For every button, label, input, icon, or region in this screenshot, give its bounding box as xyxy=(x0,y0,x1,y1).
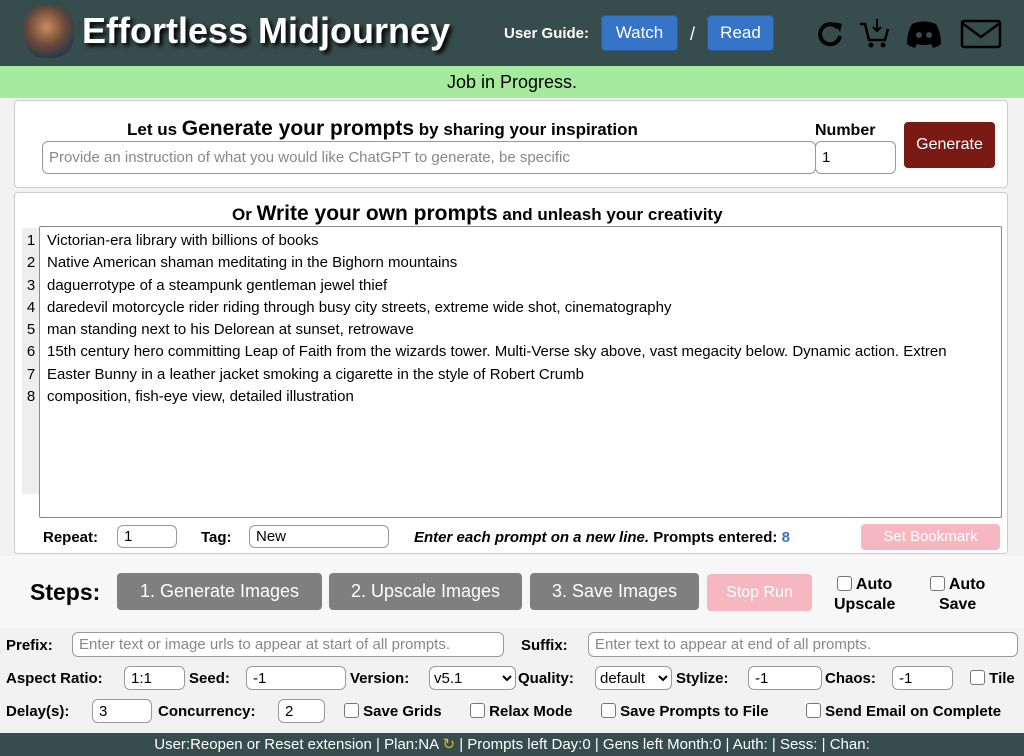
auto-upscale-checkbox[interactable]: Auto Upscale xyxy=(834,575,895,615)
number-input[interactable] xyxy=(815,141,896,174)
mail-icon[interactable] xyxy=(960,14,1002,54)
delay-label: Delay(s): xyxy=(6,703,70,720)
status-footer: User:Reopen or Reset extension | Plan:NA… xyxy=(0,733,1024,756)
generate-images-button[interactable]: 1. Generate Images xyxy=(117,573,322,610)
relax-mode-checkbox[interactable]: Relax Mode xyxy=(470,703,573,720)
tile-checkbox[interactable]: Tile xyxy=(970,670,1015,687)
concurrency-input[interactable] xyxy=(278,699,325,723)
line-numbers: 12345678 xyxy=(22,228,40,494)
prompt-line: Easter Bunny in a leather jacket smoking… xyxy=(47,365,584,383)
stylize-input[interactable] xyxy=(748,666,822,690)
stylize-label: Stylize: xyxy=(676,670,729,687)
refresh-plan-icon[interactable]: ↻ xyxy=(442,736,455,753)
upscale-images-button[interactable]: 2. Upscale Images xyxy=(329,573,522,610)
prompts-heading: Or Write your own prompts and unleash yo… xyxy=(232,202,723,225)
version-select[interactable]: v5.1 xyxy=(429,666,516,690)
auto-save-checkbox[interactable]: Auto Save xyxy=(930,575,985,615)
number-label: Number xyxy=(815,122,876,139)
prompt-line: 15th century hero committing Leap of Fai… xyxy=(47,343,947,361)
prompt-count: 8 xyxy=(781,529,790,546)
save-grids-checkbox[interactable]: Save Grids xyxy=(344,703,442,720)
refresh-icon[interactable] xyxy=(810,14,850,54)
tag-input[interactable] xyxy=(249,525,389,548)
chaos-label: Chaos: xyxy=(825,670,876,687)
save-images-button[interactable]: 3. Save Images xyxy=(530,573,699,610)
aspect-ratio-input[interactable] xyxy=(124,666,185,690)
read-button[interactable]: Read xyxy=(707,15,774,51)
version-label: Version: xyxy=(350,670,410,687)
quality-select[interactable]: default xyxy=(595,666,672,690)
suffix-label: Suffix: xyxy=(521,637,568,654)
seed-label: Seed: xyxy=(189,670,230,687)
tag-label: Tag: xyxy=(201,529,232,546)
prompt-line: daredevil motorcycle rider riding throug… xyxy=(47,298,672,316)
logo xyxy=(24,6,74,58)
inspiration-input[interactable] xyxy=(42,141,816,174)
prompt-line: Native American shaman meditating in the… xyxy=(47,254,458,272)
user-guide-label: User Guide: xyxy=(504,25,590,42)
cart-download-icon[interactable] xyxy=(856,14,896,54)
prompt-line: composition, fish-eye view, detailed ill… xyxy=(47,388,354,406)
seed-input[interactable] xyxy=(246,666,346,690)
suffix-input[interactable] xyxy=(588,632,1018,657)
quality-label: Quality: xyxy=(518,670,574,687)
generate-heading: Let us Generate your prompts by sharing … xyxy=(127,117,638,140)
discord-icon[interactable] xyxy=(904,14,944,54)
prompt-hint: Enter each prompt on a new line. Prompts… xyxy=(414,529,790,546)
chaos-input[interactable] xyxy=(892,666,953,690)
aspect-ratio-label: Aspect Ratio: xyxy=(6,670,103,687)
repeat-input[interactable] xyxy=(117,525,177,548)
generate-button[interactable]: Generate xyxy=(904,122,995,168)
prefix-input[interactable] xyxy=(72,632,504,657)
delay-input[interactable] xyxy=(92,699,152,723)
concurrency-label: Concurrency: xyxy=(158,703,256,720)
set-bookmark-button[interactable]: Set Bookmark xyxy=(861,524,1000,550)
save-prompts-checkbox[interactable]: Save Prompts to File xyxy=(601,703,769,720)
app-title: Effortless Midjourney xyxy=(82,10,451,51)
prefix-label: Prefix: xyxy=(6,637,53,654)
prompt-line: man standing next to his Delorean at sun… xyxy=(47,321,414,339)
separator: / xyxy=(690,24,696,44)
stop-run-button[interactable]: Stop Run xyxy=(707,574,812,611)
prompts-textarea[interactable]: Victorian-era library with billions of b… xyxy=(39,226,1002,518)
status-banner: Job in Progress. xyxy=(0,66,1024,98)
prompt-line: daguerrotype of a steampunk gentleman je… xyxy=(47,276,388,294)
watch-button[interactable]: Watch xyxy=(601,15,678,51)
steps-label: Steps: xyxy=(30,579,101,605)
prompt-line: Victorian-era library with billions of b… xyxy=(47,232,319,249)
send-email-checkbox[interactable]: Send Email on Complete xyxy=(806,703,1001,720)
repeat-label: Repeat: xyxy=(43,529,99,546)
